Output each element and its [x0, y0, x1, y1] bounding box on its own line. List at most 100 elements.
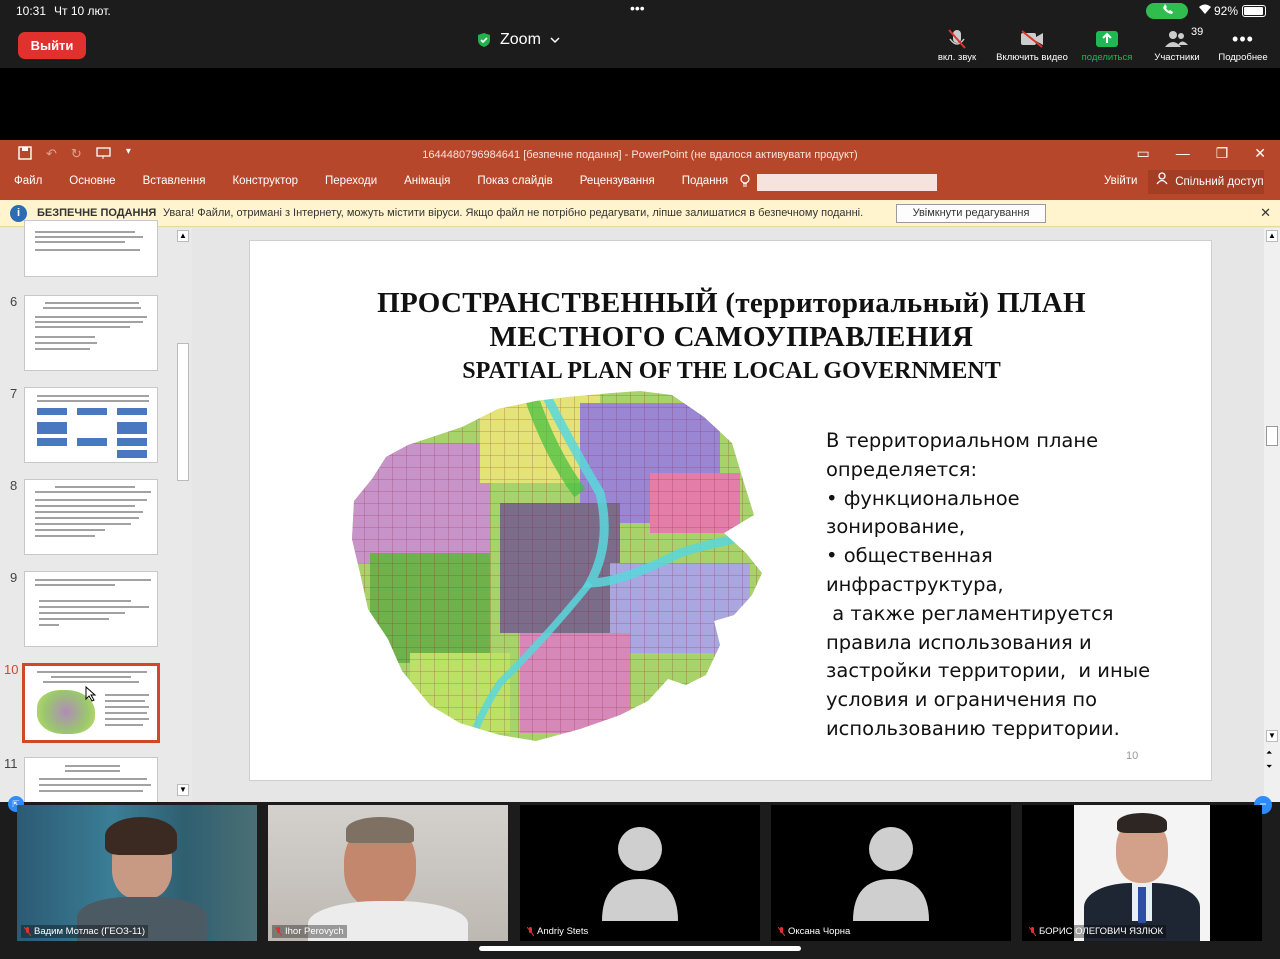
thumbnails-scrollbar[interactable]: ▲ ▼ [176, 228, 190, 802]
wifi-icon [1198, 4, 1212, 18]
participant-name-label: Вадим Мотлас (ГЕОЗ-11) [34, 926, 146, 937]
close-icon[interactable]: ✕ [1254, 145, 1266, 162]
participant-name-label: Andriy Stets [537, 926, 589, 937]
start-video-label: Включить видео [996, 52, 1068, 63]
battery-percent: 92% [1214, 4, 1239, 18]
participant-tile[interactable]: Andriy Stets [520, 805, 760, 941]
body-line: • общественная [826, 544, 993, 568]
restore-icon[interactable]: ❐ [1216, 145, 1229, 162]
scroll-thumb[interactable] [1266, 426, 1278, 446]
multitask-dots-icon[interactable]: ••• [630, 0, 645, 16]
tab-view[interactable]: Подання [682, 175, 728, 187]
slide-number: 10 [4, 662, 19, 677]
start-video-button[interactable]: Включить видео [992, 26, 1072, 63]
tab-insert[interactable]: Вставлення [143, 175, 206, 187]
unmute-label: вкл. звук [937, 52, 977, 63]
ribbon: ↶ ↻ ▾ 1644480796984641 [безпечне подання… [0, 140, 1280, 200]
scroll-down-icon[interactable]: ▼ [177, 784, 189, 796]
slide-title-line1: ПРОСТРАНСТВЕННЫЙ (территориальный) ПЛАН [377, 287, 1086, 319]
mic-muted-icon [526, 926, 535, 937]
tell-me-input[interactable] [757, 174, 937, 191]
slide-number: 6 [10, 294, 18, 309]
zoom-toolbar: Выйти Zoom вкл. звук Включить видео поде… [0, 22, 1280, 68]
participants-icon [1165, 31, 1188, 47]
tab-slideshow[interactable]: Показ слайдів [477, 175, 552, 187]
tab-animations[interactable]: Анімація [404, 175, 450, 187]
minimize-icon[interactable]: — [1176, 145, 1190, 162]
scroll-up-icon[interactable]: ▲ [177, 230, 189, 242]
slide-thumbnail[interactable] [24, 220, 158, 277]
more-label: Подробнее [1218, 52, 1268, 63]
status-date: Чт 10 лют. [54, 4, 111, 18]
protected-view-message: Увага! Файли, отримані з Інтернету, можу… [163, 207, 864, 219]
status-bar: 10:31 Чт 10 лют. ••• 92% [0, 0, 1280, 22]
person-icon [1156, 170, 1168, 194]
slide-scrollbar[interactable]: ▲ ▼ ⏶ ⏷ [1264, 228, 1280, 802]
share-screen-button[interactable]: поделиться [1067, 26, 1147, 63]
slide-number: 11 [4, 756, 18, 771]
share-up-icon [1096, 31, 1118, 47]
body-line: • функциональное [826, 486, 1020, 510]
tab-review[interactable]: Рецензування [580, 175, 655, 187]
slide-thumbnail[interactable] [24, 387, 158, 463]
body-line: застройки территории, и иные [826, 659, 1151, 683]
battery-icon [1242, 5, 1266, 17]
slide-thumbnail[interactable] [24, 479, 158, 555]
tab-design[interactable]: Конструктор [232, 175, 298, 187]
avatar-placeholder-icon [853, 827, 929, 921]
tab-file[interactable]: Файл [14, 175, 42, 187]
more-button[interactable]: ••• Подробнее [1203, 26, 1280, 64]
leave-button[interactable]: Выйти [18, 32, 86, 59]
ribbon-tabs: Файл Основне Вставлення Конструктор Пере… [14, 175, 755, 187]
participant-tile[interactable]: БОРИС ОЛЕГОВИЧ ЯЗЛЮК [1022, 805, 1262, 941]
slide-number: 8 [10, 478, 18, 493]
participant-tile[interactable]: Вадим Мотлас (ГЕОЗ-11) [17, 805, 257, 941]
current-slide[interactable]: ПРОСТРАНСТВЕННЫЙ (территориальный) ПЛАН … [249, 240, 1212, 781]
zoom-title[interactable]: Zoom [476, 31, 561, 49]
powerpoint-window: ↶ ↻ ▾ 1644480796984641 [безпечне подання… [0, 140, 1280, 802]
slide-thumbnail[interactable] [24, 571, 158, 647]
mic-muted-icon [274, 926, 283, 937]
participant-tile[interactable]: Оксана Чорна [771, 805, 1011, 941]
tab-home[interactable]: Основне [69, 175, 115, 187]
scroll-up-icon[interactable]: ▲ [1266, 230, 1278, 242]
body-line: а также регламентируется [826, 601, 1114, 625]
sign-in-link[interactable]: Увійти [1104, 175, 1137, 187]
slide-number: 9 [10, 570, 18, 585]
window-controls: ▭ — ❐ ✕ [1136, 145, 1266, 162]
slide-thumbnail-current[interactable] [22, 663, 160, 743]
share-access-button[interactable]: Спільний доступ [1148, 170, 1264, 194]
slide-thumbnail[interactable] [24, 295, 158, 371]
document-title: 1644480796984641 [безпечне подання] - Po… [422, 149, 858, 161]
unmute-button[interactable]: вкл. звук [917, 26, 997, 63]
slide-title-line2: МЕСТНОГО САМОУПРАВЛЕНИЯ [489, 321, 974, 353]
slide-number: 7 [10, 386, 18, 401]
slide-thumbnail[interactable] [24, 757, 158, 802]
prev-slide-icon[interactable]: ⏶ [1266, 748, 1272, 758]
chevron-down-icon [550, 37, 560, 44]
ribbon-display-icon[interactable]: ▭ [1136, 145, 1149, 162]
participant-tile[interactable]: Ihor Perovych [268, 805, 508, 941]
close-bar-icon[interactable]: ✕ [1260, 205, 1271, 221]
enable-editing-button[interactable]: Увімкнути редагування [896, 204, 1046, 223]
participant-name: Andriy Stets [524, 925, 592, 938]
participant-name: Ihor Perovych [272, 925, 347, 938]
tab-transitions[interactable]: Переходи [325, 175, 377, 187]
slide-page-number: 10 [1126, 750, 1139, 762]
home-indicator[interactable] [479, 946, 801, 951]
avatar-placeholder-icon [602, 827, 678, 921]
participant-name: Вадим Мотлас (ГЕОЗ-11) [21, 925, 149, 938]
body-line: правила использования и [826, 630, 1092, 654]
participant-name-label: Оксана Чорна [788, 926, 851, 937]
next-slide-icon[interactable]: ⏷ [1266, 762, 1272, 772]
ellipsis-icon: ••• [1232, 28, 1254, 49]
slide-body-text: В территориальном плане определяется: • … [826, 427, 1196, 744]
call-pill-icon[interactable] [1146, 3, 1188, 19]
protected-view-bar: i БЕЗПЕЧНЕ ПОДАННЯ Увага! Файли, отриман… [0, 200, 1280, 227]
shield-check-icon [478, 33, 490, 47]
scroll-down-icon[interactable]: ▼ [1266, 730, 1278, 742]
participants-count: 39 [1191, 26, 1204, 38]
scroll-thumb[interactable] [177, 343, 189, 481]
share-screen-label: поделиться [1081, 52, 1133, 63]
zoning-map-image [352, 391, 762, 741]
